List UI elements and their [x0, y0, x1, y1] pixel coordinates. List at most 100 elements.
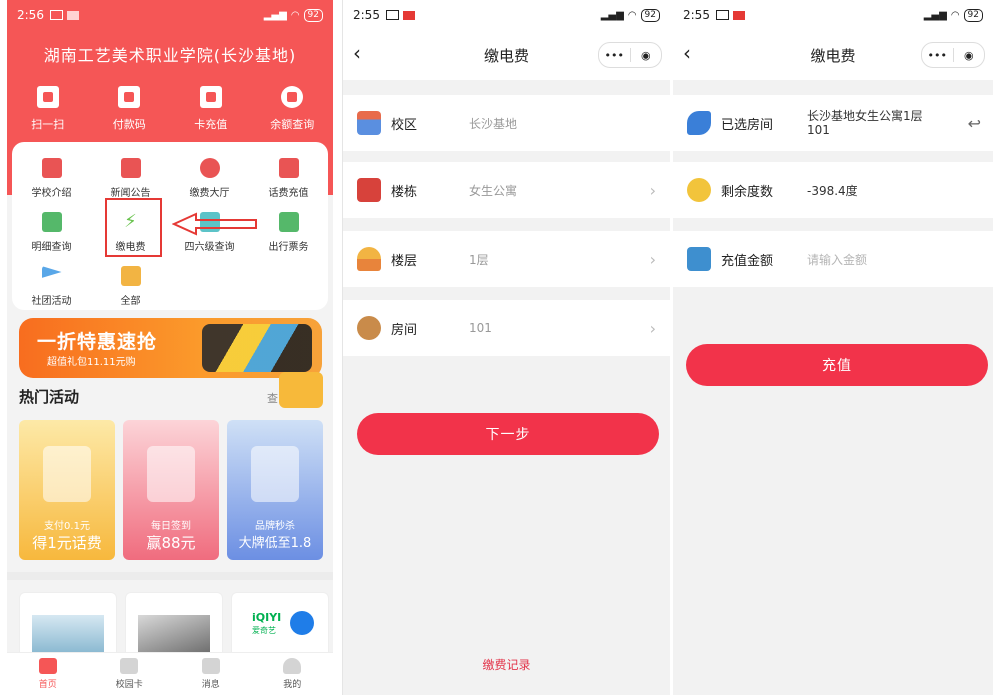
card-title: 得1元话费: [32, 534, 102, 552]
amount-input[interactable]: 请输入金额: [807, 251, 867, 268]
tab-label: 我的: [283, 680, 302, 690]
row-value: 女生公寓: [469, 183, 518, 198]
money-bag-icon: [281, 86, 304, 108]
tab-label: 消息: [201, 680, 220, 690]
row-value: 长沙基地女生公寓1层101: [807, 109, 923, 137]
undo-icon[interactable]: ↩: [968, 114, 981, 133]
card-subtitle: 支付0.1元: [44, 521, 90, 532]
row-value: -398.4度: [807, 183, 858, 198]
train-image: [138, 615, 210, 653]
row-value: 长沙基地: [469, 116, 518, 131]
recharge-amount-row[interactable]: 充值金额 请输入金额: [673, 231, 993, 287]
chevron-right-icon: ›: [649, 249, 656, 269]
room-row[interactable]: 房间 101 ›: [343, 300, 670, 356]
wallet-icon: [687, 247, 711, 271]
grid-label: 学校介绍: [31, 188, 72, 199]
close-target-icon[interactable]: ◉: [631, 49, 662, 62]
activity-card[interactable]: 每日签到 赢88元: [123, 420, 219, 560]
notification-icon: [732, 10, 745, 20]
selected-room-row: 已选房间 长沙基地女生公寓1层101 ↩: [673, 95, 993, 151]
status-bar: 2:55 ▂▄▆ ◠ 92: [343, 0, 670, 30]
payment-record-link[interactable]: 缴费记录: [343, 656, 670, 673]
recommend-card[interactable]: [19, 592, 117, 653]
more-icon[interactable]: •••: [599, 49, 630, 62]
activity-card[interactable]: 品牌秒杀 大牌低至1.8: [227, 420, 323, 560]
next-step-button[interactable]: 下一步: [357, 413, 659, 455]
pointer-arrow-icon: [172, 212, 257, 236]
chevron-right-icon: ›: [649, 318, 656, 338]
notification-icon: [66, 10, 79, 20]
bottom-tab-bar: 首页 校园卡 消息 我的: [7, 652, 333, 695]
promo-banner[interactable]: 一折特惠速抢 超值礼包11.11元购: [19, 318, 322, 378]
scan-button[interactable]: 扫一扫: [13, 86, 83, 132]
signal-icon: ▂▄▆: [923, 9, 947, 21]
more-icon[interactable]: •••: [922, 49, 953, 62]
floor-row[interactable]: 楼层 1层 ›: [343, 231, 670, 287]
wifi-icon: ◠: [290, 9, 300, 21]
club-flag-icon: [41, 266, 62, 278]
mini-program-capsule: ••• ◉: [598, 42, 662, 68]
activity-card[interactable]: 支付0.1元 得1元话费: [19, 420, 115, 560]
service-grid-card: 学校介绍 新闻公告 缴费大厅 话费充值 明细查询 缴电费 四六级查询 出行票务 …: [12, 142, 328, 310]
grid-label: 四六级查询: [184, 242, 235, 253]
balance-query-button[interactable]: 余额查询: [257, 86, 327, 132]
message-icon: [201, 658, 220, 674]
row-label: 校区: [391, 117, 418, 133]
row-label: 房间: [391, 322, 418, 338]
quick-actions: 扫一扫 付款码 卡充值 余额查询: [7, 86, 333, 132]
product-image: [32, 615, 104, 653]
grid-item-school-intro[interactable]: 学校介绍: [12, 158, 91, 204]
activity-cards: 支付0.1元 得1元话费 每日签到 赢88元 品牌秒杀 大牌低至1.8: [19, 420, 323, 560]
scan-label: 扫一扫: [31, 118, 65, 131]
section-divider: [7, 572, 333, 580]
qrcode-icon: [118, 86, 141, 108]
status-right: ▂▄▆ ◠ 92: [923, 8, 983, 22]
row-label: 楼栋: [391, 184, 418, 200]
grid-item-all[interactable]: 全部: [91, 266, 170, 312]
status-right: ▂▄▆ ◠ 92: [601, 8, 660, 22]
tab-messages[interactable]: 消息: [181, 653, 241, 695]
payment-code-button[interactable]: 付款码: [94, 86, 164, 132]
grid-item-payment-hall[interactable]: 缴费大厅: [170, 158, 249, 204]
battery-icon: 92: [963, 8, 983, 22]
recommend-card[interactable]: iQIYI 爱奇艺: [231, 592, 329, 653]
grid-item-details[interactable]: 明细查询: [12, 212, 91, 258]
banner-title: 一折特惠速抢: [37, 331, 158, 353]
hot-activities-title: 热门活动: [19, 388, 80, 406]
status-right: ▂▄▆ ◠ 92: [263, 8, 323, 22]
sim-icon: [385, 10, 399, 20]
row-label: 剩余度数: [721, 184, 774, 200]
highlight-box: [105, 198, 162, 257]
chevron-right-icon: ›: [649, 180, 656, 200]
grid-item-clubs[interactable]: 社团活动: [12, 266, 91, 312]
signal-icon: ▂▄▆: [263, 9, 287, 21]
smart-band-icon: [251, 446, 299, 502]
selected-room-key-icon: [687, 111, 711, 135]
card-topup-button[interactable]: 卡充值: [176, 86, 246, 132]
status-time: 2:56: [17, 8, 44, 22]
building-icon: [357, 178, 381, 202]
gift-bag-icon[interactable]: [279, 372, 323, 408]
status-time: 2:55: [683, 8, 710, 22]
grid-label: 明细查询: [31, 242, 72, 253]
card-subtitle: 每日签到: [151, 521, 191, 532]
grid-item-travel-ticket[interactable]: 出行票务: [249, 212, 328, 258]
phone-topup-icon: [278, 158, 299, 178]
row-label: 充值金额: [721, 253, 774, 269]
close-target-icon[interactable]: ◉: [954, 49, 985, 62]
card-title: 赢88元: [146, 534, 196, 552]
recharge-button[interactable]: 充值: [686, 344, 988, 386]
campus-row[interactable]: 校区 长沙基地: [343, 95, 670, 151]
tab-home[interactable]: 首页: [18, 653, 78, 695]
campus-building-icon: [357, 111, 381, 135]
hot-more-link[interactable]: 查: [267, 390, 278, 406]
tab-profile[interactable]: 我的: [262, 653, 322, 695]
profile-icon: [283, 658, 302, 674]
battery-icon: 92: [640, 8, 660, 22]
grid-label: 出行票务: [268, 242, 309, 253]
wifi-icon: ◠: [950, 9, 960, 21]
grid-item-phone-topup[interactable]: 话费充值: [249, 158, 328, 204]
recommend-card[interactable]: [125, 592, 223, 653]
tab-campus-card[interactable]: 校园卡: [99, 653, 159, 695]
building-row[interactable]: 楼栋 女生公寓 ›: [343, 162, 670, 218]
